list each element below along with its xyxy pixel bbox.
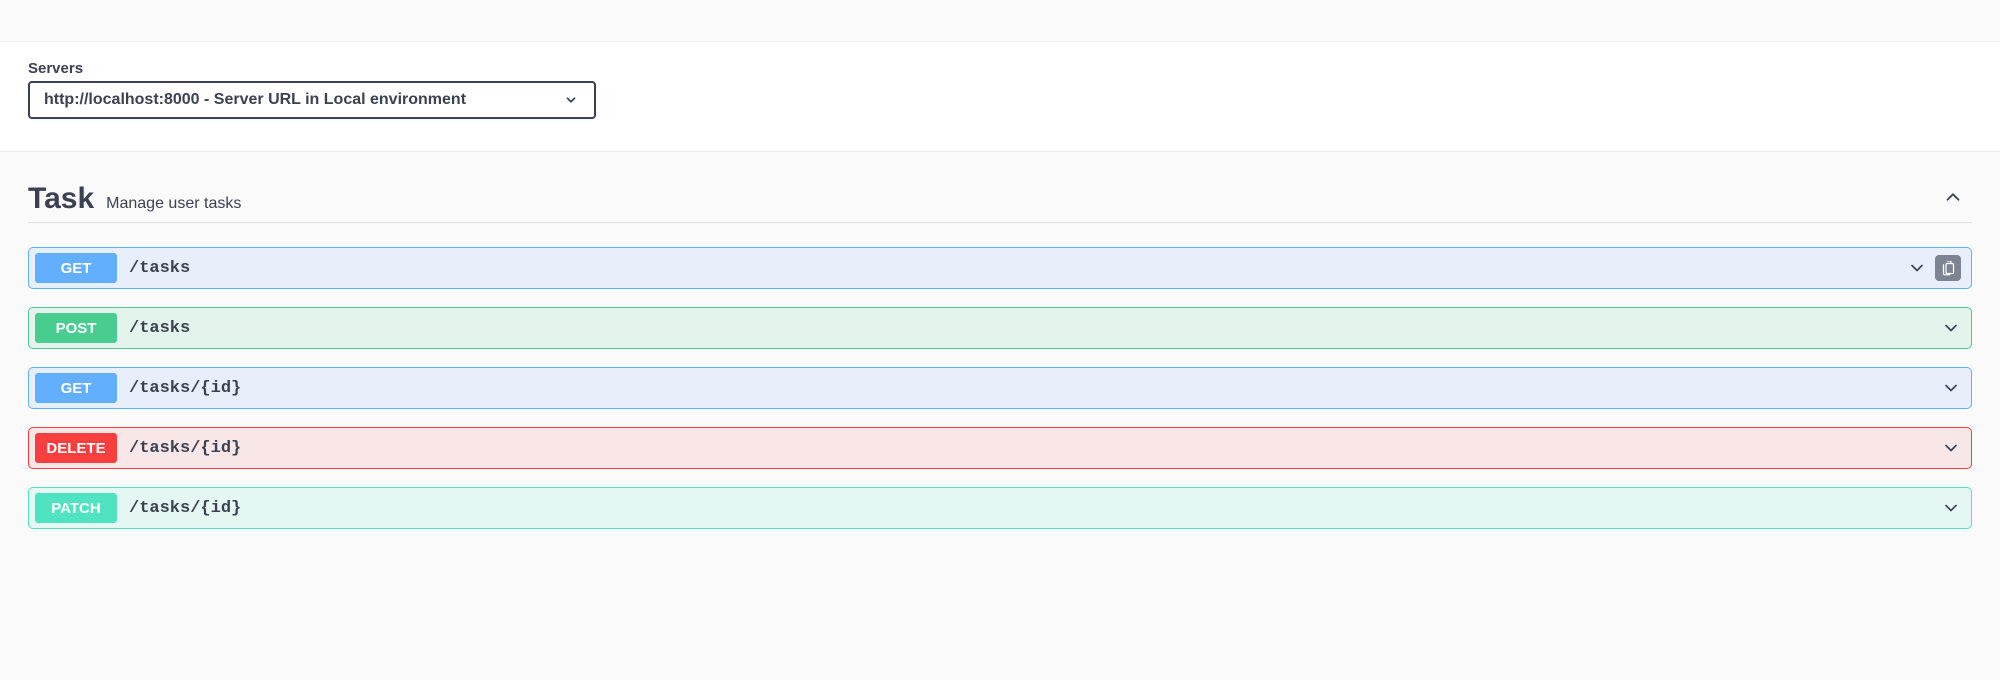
- tag-description: Manage user tasks: [106, 195, 241, 213]
- chevron-down-icon[interactable]: [1941, 318, 1961, 338]
- top-spacer: [0, 0, 2000, 42]
- operation-row[interactable]: GET /tasks/{id}: [28, 367, 1972, 409]
- chevron-up-icon: [1942, 186, 1964, 208]
- tag-header[interactable]: Task Manage user tasks: [28, 182, 1972, 223]
- tag-title: Task: [28, 182, 94, 216]
- servers-section: Servers http://localhost:8000 - Server U…: [0, 42, 2000, 152]
- operation-row[interactable]: PATCH /tasks/{id}: [28, 487, 1972, 529]
- chevron-down-icon[interactable]: [1941, 498, 1961, 518]
- clipboard-icon[interactable]: [1935, 255, 1961, 281]
- operation-path: /tasks/{id}: [129, 499, 1941, 518]
- servers-label: Servers: [28, 60, 1972, 77]
- operation-row[interactable]: GET /tasks: [28, 247, 1972, 289]
- method-badge-get: GET: [35, 373, 117, 403]
- chevron-down-icon[interactable]: [1941, 438, 1961, 458]
- operation-path: /tasks: [129, 259, 1907, 278]
- method-badge-post: POST: [35, 313, 117, 343]
- method-badge-patch: PATCH: [35, 493, 117, 523]
- method-badge-delete: DELETE: [35, 433, 117, 463]
- operation-row[interactable]: POST /tasks: [28, 307, 1972, 349]
- chevron-down-icon[interactable]: [1941, 378, 1961, 398]
- servers-dropdown-selected: http://localhost:8000 - Server URL in Lo…: [44, 91, 562, 109]
- servers-dropdown[interactable]: http://localhost:8000 - Server URL in Lo…: [28, 81, 596, 119]
- content-area: Task Manage user tasks GET /tasks: [0, 152, 2000, 559]
- chevron-down-icon[interactable]: [1907, 258, 1927, 278]
- operations-list: GET /tasks POST /tasks: [28, 247, 1972, 529]
- method-badge-get: GET: [35, 253, 117, 283]
- operation-row[interactable]: DELETE /tasks/{id}: [28, 427, 1972, 469]
- chevron-down-icon: [562, 91, 580, 109]
- operation-path: /tasks/{id}: [129, 439, 1941, 458]
- operation-path: /tasks: [129, 319, 1941, 338]
- operation-path: /tasks/{id}: [129, 379, 1941, 398]
